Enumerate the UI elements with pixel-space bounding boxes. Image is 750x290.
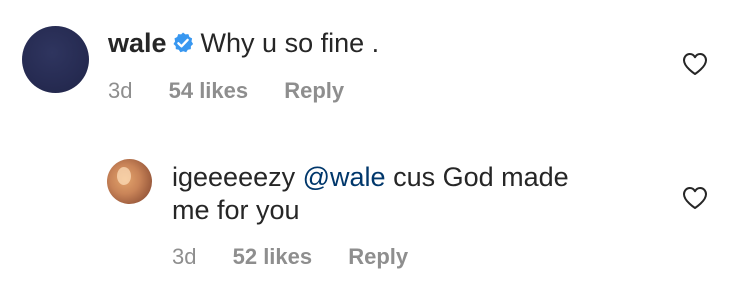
reply-likes[interactable]: 52 likes bbox=[233, 244, 313, 270]
reply-meta: 3d 52 likes Reply bbox=[172, 244, 408, 270]
comment-body: wale Why u so fine . bbox=[108, 27, 379, 62]
avatar[interactable] bbox=[107, 159, 152, 204]
reply-body-line-2: me for you bbox=[172, 194, 300, 226]
reply-text-continued: me for you bbox=[172, 195, 300, 225]
comment-likes[interactable]: 54 likes bbox=[169, 78, 249, 104]
avatar[interactable] bbox=[22, 26, 89, 93]
reply-username[interactable]: igeeeeezy bbox=[172, 162, 295, 192]
reply-body-line-1: igeeeeezy @wale cus God made bbox=[172, 161, 569, 193]
comment-age[interactable]: 3d bbox=[108, 78, 132, 104]
reply-age[interactable]: 3d bbox=[172, 244, 196, 270]
comment-username[interactable]: wale bbox=[108, 28, 167, 58]
comment-meta: 3d 54 likes Reply bbox=[108, 78, 344, 104]
verified-badge-icon bbox=[171, 30, 195, 62]
reply-button[interactable]: Reply bbox=[348, 244, 408, 270]
reply-button[interactable]: Reply bbox=[284, 78, 344, 104]
avatar-highlight bbox=[117, 167, 131, 185]
comment-text: Why u so fine . bbox=[200, 28, 380, 58]
mention-link[interactable]: @wale bbox=[303, 162, 386, 192]
heart-outline-icon[interactable] bbox=[682, 52, 708, 76]
heart-outline-icon[interactable] bbox=[682, 186, 708, 210]
reply-text: cus God made bbox=[393, 162, 569, 192]
